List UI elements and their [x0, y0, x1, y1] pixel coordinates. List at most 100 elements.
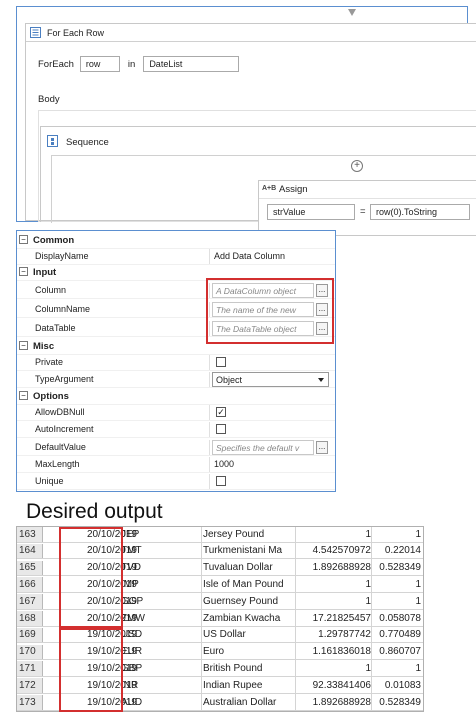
rate-cell[interactable]: 17.21825457 [297, 613, 371, 624]
row-number-cell[interactable]: 164 [17, 543, 43, 559]
displayname-value[interactable]: Add Data Column [214, 251, 285, 261]
workflow-designer: For Each Row ForEach row in DateList Bod… [16, 6, 476, 236]
unique-checkbox[interactable] [216, 476, 226, 486]
autoincrement-checkbox[interactable] [216, 424, 226, 434]
currency-name-cell[interactable]: Australian Dollar [203, 697, 293, 708]
currency-name-cell[interactable]: Euro [203, 646, 293, 657]
currency-code-cell[interactable]: EUR [121, 646, 201, 657]
desired-output-heading: Desired output [26, 500, 163, 523]
inverse-rate-cell[interactable]: 0.22014 [373, 545, 421, 556]
sequence-header[interactable]: Sequence [41, 127, 476, 155]
defaultvalue-ellipsis-button[interactable]: ... [316, 441, 328, 454]
rate-cell[interactable]: 1.892688928 [297, 562, 371, 573]
category-misc[interactable]: − Misc [17, 339, 335, 355]
inverse-rate-cell[interactable]: 0.860707 [373, 646, 421, 657]
add-activity-plus-icon[interactable]: + [351, 160, 363, 172]
currency-name-cell[interactable]: US Dollar [203, 629, 293, 640]
currency-name-cell[interactable]: Tuvaluan Dollar [203, 562, 293, 573]
assign-activity[interactable]: A+B Assign strValue = row(0).ToString [258, 180, 476, 236]
typeargument-label: TypeArgument [35, 374, 94, 384]
dropdown-arrow-icon [318, 378, 324, 382]
row-number-cell[interactable]: 167 [17, 594, 43, 609]
for-each-icon [30, 27, 41, 38]
row-number-cell[interactable]: 166 [17, 577, 43, 592]
rate-cell[interactable]: 1 [297, 663, 371, 674]
row-variable-input[interactable]: row [79, 56, 120, 72]
inverse-rate-cell[interactable]: 0.058078 [373, 613, 421, 624]
currency-name-cell[interactable]: Zambian Kwacha [203, 613, 293, 624]
collection-input[interactable]: DateList [143, 56, 240, 72]
collapse-icon[interactable]: − [19, 235, 28, 244]
column-label: Column [35, 285, 67, 295]
assign-header[interactable]: A+B Assign [259, 181, 476, 199]
property-autoincrement: AutoIncrement [17, 422, 335, 438]
row-number-cell[interactable]: 172 [17, 678, 43, 693]
currency-name-cell[interactable]: Turkmenistani Ma [203, 545, 293, 556]
maxlength-label: MaxLength [35, 459, 80, 469]
assign-equals-sign: = [360, 206, 366, 217]
collapse-icon[interactable]: − [19, 391, 28, 400]
sequence-activity[interactable]: Sequence + A+B Assign strValue = row(0).… [40, 126, 476, 236]
rate-cell[interactable]: 1 [297, 579, 371, 590]
inverse-rate-cell[interactable]: 0.528349 [373, 562, 421, 573]
inverse-rate-cell[interactable]: 0.770489 [373, 629, 421, 640]
rate-cell[interactable]: 1.29787742 [297, 629, 371, 640]
typeargument-select[interactable]: Object [212, 372, 329, 387]
inverse-rate-cell[interactable]: 1 [373, 596, 421, 607]
rate-cell[interactable]: 92.33841406 [297, 680, 371, 691]
for-each-row-header[interactable]: For Each Row [26, 24, 476, 42]
defaultvalue-input[interactable]: Specifies the default v [212, 440, 314, 455]
currency-name-cell[interactable]: British Pound [203, 663, 293, 674]
currency-code-cell[interactable]: AUD [121, 697, 201, 708]
category-options[interactable]: − Options [17, 389, 335, 405]
currency-name-cell[interactable]: Guernsey Pound [203, 596, 293, 607]
currency-code-cell[interactable]: USD [121, 629, 201, 640]
rate-cell[interactable]: 1 [297, 529, 371, 540]
category-common[interactable]: − Common [17, 233, 335, 249]
currency-name-cell[interactable]: Indian Rupee [203, 680, 293, 691]
row-number-cell[interactable]: 163 [17, 527, 43, 542]
currency-name-cell[interactable]: Isle of Man Pound [203, 579, 293, 590]
row-number-cell[interactable]: 171 [17, 661, 43, 676]
property-allowdbnull: AllowDBNull ✓ [17, 405, 335, 421]
rate-cell[interactable]: 1.161836018 [297, 646, 371, 657]
row-number-cell[interactable]: 173 [17, 695, 43, 710]
for-each-row-title: For Each Row [47, 28, 105, 38]
currency-code-cell[interactable]: INR [121, 680, 201, 691]
inverse-rate-cell[interactable]: 1 [373, 529, 421, 540]
private-checkbox[interactable] [216, 357, 226, 367]
property-private: Private [17, 355, 335, 371]
allowdbnull-checkbox[interactable]: ✓ [216, 407, 226, 417]
rate-cell[interactable]: 4.542570972 [297, 545, 371, 556]
collapse-icon[interactable]: − [19, 341, 28, 350]
date-highlight-box-19-oct [59, 627, 123, 712]
inverse-rate-cell[interactable]: 1 [373, 663, 421, 674]
row-number-cell[interactable]: 168 [17, 611, 43, 626]
currency-code-cell[interactable]: GBP [121, 663, 201, 674]
currency-code-cell[interactable]: TVD [121, 562, 201, 573]
maxlength-value[interactable]: 1000 [214, 459, 234, 469]
currency-code-cell[interactable]: JEP [121, 529, 201, 540]
assign-to-input[interactable]: strValue [267, 204, 355, 220]
currency-code-cell[interactable]: ZMW [121, 613, 201, 624]
foreach-label: ForEach [38, 58, 74, 70]
collapse-icon[interactable]: − [19, 267, 28, 276]
currency-code-cell[interactable]: GGP [121, 596, 201, 607]
rate-cell[interactable]: 1 [297, 596, 371, 607]
for-each-row-activity[interactable]: For Each Row ForEach row in DateList Bod… [25, 23, 476, 236]
currency-code-cell[interactable]: TMT [121, 545, 201, 556]
unique-label: Unique [35, 476, 64, 486]
inverse-rate-cell[interactable]: 1 [373, 579, 421, 590]
properties-panel: − Common DisplayName Add Data Column − I… [16, 230, 336, 492]
currency-name-cell[interactable]: Jersey Pound [203, 529, 293, 540]
displayname-label: DisplayName [35, 251, 89, 261]
row-number-cell[interactable]: 169 [17, 627, 43, 643]
row-number-cell[interactable]: 170 [17, 644, 43, 660]
assign-value-input[interactable]: row(0).ToString [370, 204, 470, 220]
inverse-rate-cell[interactable]: 0.01083 [373, 680, 421, 691]
inverse-rate-cell[interactable]: 0.528349 [373, 697, 421, 708]
currency-code-cell[interactable]: IMP [121, 579, 201, 590]
defaultvalue-label: DefaultValue [35, 442, 86, 452]
row-number-cell[interactable]: 165 [17, 560, 43, 576]
rate-cell[interactable]: 1.892688928 [297, 697, 371, 708]
